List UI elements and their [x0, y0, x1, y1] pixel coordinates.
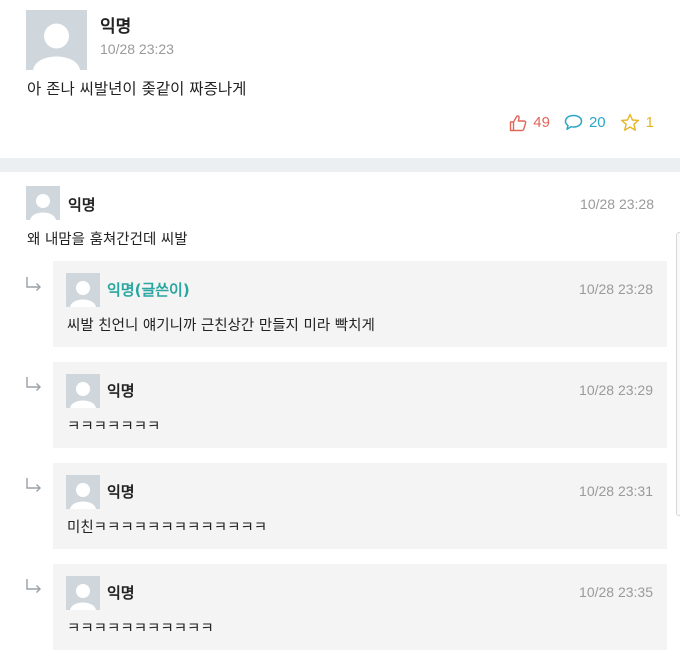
default-avatar-icon: [26, 10, 87, 70]
comment-author[interactable]: 익명: [68, 194, 96, 215]
scrollbar[interactable]: [676, 232, 680, 516]
reply-author[interactable]: 익명: [107, 582, 135, 603]
scrap-count: 1: [645, 114, 654, 131]
reply-arrow-icon: [26, 579, 41, 593]
default-avatar-icon: [66, 475, 100, 509]
section-divider: [0, 158, 680, 172]
post-author[interactable]: 익명: [100, 12, 131, 37]
reply-arrow-icon: [26, 277, 41, 291]
reply-avatar[interactable]: [66, 374, 100, 408]
reply-item: 익명(글쓴이) 10/28 23:28 씨발 친언니 얘기니까 근친상간 만들지…: [53, 261, 667, 347]
reply-author[interactable]: 익명: [107, 380, 135, 401]
comment-timestamp: 10/28 23:28: [580, 196, 654, 212]
reply-arrow-icon: [26, 377, 41, 391]
post-stats: 49 20 1: [495, 113, 654, 132]
reply-text: ㅋㅋㅋㅋㅋㅋㅋ: [67, 419, 161, 435]
reply-item: 익명 10/28 23:35 ㅋㅋㅋㅋㅋㅋㅋㅋㅋㅋㅋ: [53, 564, 667, 650]
thumbs-up-icon: [510, 114, 527, 131]
reply-timestamp: 10/28 23:28: [579, 281, 653, 297]
post-header: 익명 10/28 23:23 아 존나 씨발년이 좆같이 짜증나게 49 20 …: [0, 0, 680, 158]
reply-avatar[interactable]: [66, 576, 100, 610]
author-avatar[interactable]: [26, 10, 87, 70]
post-body: 아 존나 씨발년이 좆같이 짜증나게: [27, 80, 247, 98]
default-avatar-icon: [66, 273, 100, 307]
like-count: 49: [533, 114, 550, 131]
reply-timestamp: 10/28 23:29: [579, 382, 653, 398]
star-icon: [620, 113, 639, 131]
reply-item: 익명 10/28 23:31 미친ㅋㅋㅋㅋㅋㅋㅋㅋㅋㅋㅋㅋㅋ: [53, 463, 667, 549]
reply-item: 익명 10/28 23:29 ㅋㅋㅋㅋㅋㅋㅋ: [53, 362, 667, 448]
post-timestamp: 10/28 23:23: [100, 41, 174, 57]
reply-timestamp: 10/28 23:31: [579, 483, 653, 499]
scrap-button[interactable]: 1: [620, 113, 654, 132]
default-avatar-icon: [66, 576, 100, 610]
reply-author[interactable]: 익명: [107, 481, 135, 502]
reply-author-writer[interactable]: 익명(글쓴이): [107, 279, 190, 300]
comment-count: 20: [588, 114, 606, 131]
comment-text: 왜 내맘을 훔쳐간건데 씨발: [27, 232, 188, 248]
reply-avatar[interactable]: [66, 273, 100, 307]
like-button[interactable]: 49: [509, 114, 550, 132]
comment-item: 익명 10/28 23:28 왜 내맘을 훔쳐간건데 씨발: [0, 172, 680, 252]
speech-bubble-icon: [564, 114, 583, 131]
comment-avatar[interactable]: [26, 186, 60, 220]
reply-text: ㅋㅋㅋㅋㅋㅋㅋㅋㅋㅋㅋ: [67, 621, 214, 637]
reply-arrow-icon: [26, 478, 41, 492]
reply-timestamp: 10/28 23:35: [579, 584, 653, 600]
comment-count-button[interactable]: 20: [564, 114, 606, 131]
reply-text: 씨발 친언니 얘기니까 근친상간 만들지 미라 빡치게: [67, 318, 375, 334]
reply-text: 미친ㅋㅋㅋㅋㅋㅋㅋㅋㅋㅋㅋㅋㅋ: [67, 520, 268, 536]
default-avatar-icon: [66, 374, 100, 408]
default-avatar-icon: [26, 186, 60, 220]
reply-avatar[interactable]: [66, 475, 100, 509]
